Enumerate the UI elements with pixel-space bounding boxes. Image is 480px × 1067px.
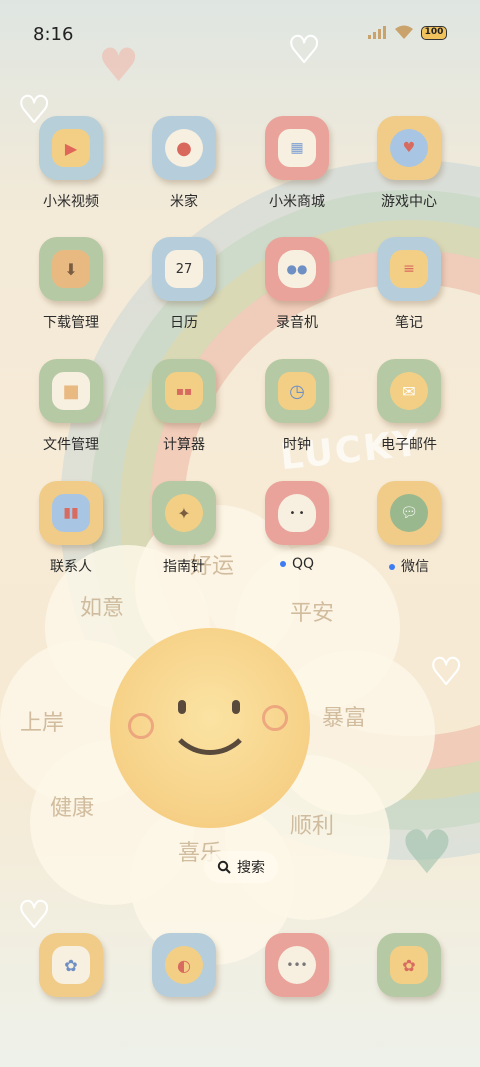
wifi-icon [395, 25, 413, 39]
wallpaper-word: 平安 [290, 601, 335, 626]
clock-icon: ◷ [265, 359, 329, 423]
app-recorder[interactable]: ●● 录音机 [242, 237, 352, 347]
app-calendar[interactable]: 27 日历 [129, 237, 239, 347]
qq-penguin-icon: • • [265, 481, 329, 545]
app-label: 微信 [354, 556, 464, 576]
app-label: 联系人 [50, 559, 92, 575]
wallpaper-word: 暴富 [322, 706, 367, 731]
wechat-icon: 💬︎ [377, 481, 441, 545]
notification-dot [279, 561, 286, 567]
browser-icon: ◐ [152, 933, 216, 997]
app-label: 笔记 [395, 315, 423, 331]
app-label: 小米视频 [43, 194, 99, 210]
messages-icon: ••• [265, 933, 329, 997]
app-label: 文件管理 [43, 437, 99, 453]
app-game-center[interactable]: ♥ 游戏中心 [354, 116, 464, 226]
app-label: 电子邮件 [381, 437, 437, 453]
app-clock[interactable]: ◷ 时钟 [242, 359, 352, 469]
heart-decoration: ♥ [400, 818, 454, 888]
app-label: QQ [242, 556, 352, 572]
app-contacts[interactable]: ▮▮ 联系人 [16, 481, 126, 591]
calendar-icon: 27 [152, 237, 216, 301]
app-compass[interactable]: ✦ 指南针 [129, 481, 239, 591]
mail-icon: ✉ [377, 359, 441, 423]
app-label: 下载管理 [43, 315, 99, 331]
phone-icon: ✿ [39, 933, 103, 997]
app-label: 计算器 [163, 437, 205, 453]
folder-icon: ■ [39, 359, 103, 423]
app-calculator[interactable]: ▪▪ 计算器 [129, 359, 239, 469]
app-mi-video[interactable]: ▶ 小米视频 [16, 116, 126, 226]
heart-decoration: ♥ [429, 651, 463, 694]
contacts-icon: ▮▮ [39, 481, 103, 545]
video-icon: ▶ [39, 116, 103, 180]
calendar-day: 27 [175, 261, 193, 277]
app-qq[interactable]: • • QQ [242, 481, 352, 591]
download-icon: ⬇ [39, 237, 103, 301]
dock-messages[interactable]: ••• [242, 933, 352, 1043]
dock-browser[interactable]: ◐ [129, 933, 239, 1043]
app-label: 游戏中心 [381, 194, 437, 210]
search-label: 搜索 [237, 860, 265, 876]
wallpaper-word: 上岸 [20, 711, 65, 736]
app-label: 录音机 [276, 315, 318, 331]
calculator-icon: ▪▪ [152, 359, 216, 423]
status-bar: 8:16 100 [0, 0, 480, 70]
notification-dot [389, 564, 395, 570]
app-notes[interactable]: ≡ 笔记 [354, 237, 464, 347]
app-label: 指南针 [163, 559, 205, 575]
gamepad-icon: ♥ [377, 116, 441, 180]
app-label: 时钟 [283, 437, 311, 453]
app-mi-store[interactable]: ▦ 小米商城 [242, 116, 352, 226]
wallpaper-word: 顺利 [290, 814, 335, 839]
app-label: 米家 [170, 194, 198, 210]
signal-icon [368, 26, 386, 39]
wallpaper-word: 如意 [80, 596, 125, 621]
dock-phone[interactable]: ✿ [16, 933, 126, 1043]
compass-icon: ✦ [152, 481, 216, 545]
app-wechat[interactable]: 💬︎ 微信 [354, 481, 464, 591]
app-downloads[interactable]: ⬇ 下载管理 [16, 237, 126, 347]
shop-bag-icon: ▦ [265, 116, 329, 180]
app-email[interactable]: ✉ 电子邮件 [354, 359, 464, 469]
wallpaper-word: 健康 [50, 796, 95, 821]
app-label-text: QQ [291, 556, 315, 572]
dock-camera[interactable]: ✿ [354, 933, 464, 1043]
recorder-icon: ●● [265, 237, 329, 301]
status-time: 8:16 [33, 24, 74, 45]
mijia-icon: ● [152, 116, 216, 180]
app-mijia[interactable]: ● 米家 [129, 116, 239, 226]
search-icon [217, 860, 231, 874]
app-label-text: 微信 [401, 559, 429, 575]
camera-icon: ✿ [377, 933, 441, 997]
heart-decoration: ♥ [17, 894, 51, 937]
app-label: 日历 [170, 315, 198, 331]
app-label: 小米商城 [269, 194, 325, 210]
search-button[interactable]: 搜索 [204, 851, 278, 883]
app-file-manager[interactable]: ■ 文件管理 [16, 359, 126, 469]
notes-icon: ≡ [377, 237, 441, 301]
dock: ✿ ◐ ••• ✿ [0, 933, 480, 1003]
battery-icon: 100 [421, 26, 447, 40]
